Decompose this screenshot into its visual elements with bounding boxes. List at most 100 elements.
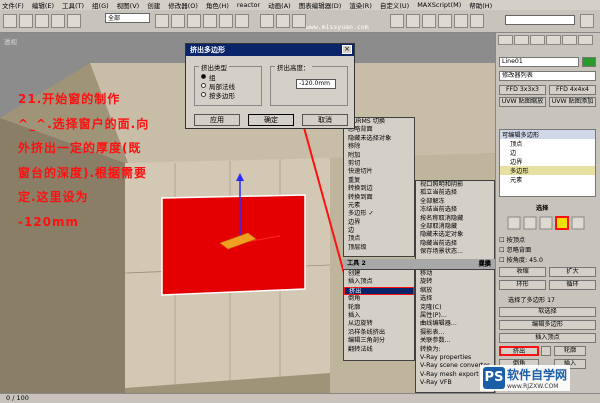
menu-item[interactable]: 顶层级 <box>344 244 414 252</box>
menu-create[interactable]: 创建 <box>147 0 160 10</box>
scale-icon[interactable] <box>235 14 249 28</box>
menu-item[interactable]: 关联参数... <box>416 337 494 345</box>
menu-animation[interactable]: 动画(A) <box>268 0 291 10</box>
menu-item[interactable]: 按名称取消隐藏 <box>416 215 494 223</box>
menu-item[interactable]: 编辑三角剖分 <box>344 337 414 345</box>
selection-rollout-title[interactable]: 选择 <box>536 203 548 212</box>
mirror-icon[interactable] <box>390 14 404 28</box>
menu-item[interactable]: 沿样条线挤出 <box>344 329 414 337</box>
pivot-icon[interactable] <box>260 14 274 28</box>
menu-item[interactable]: 重复 <box>344 177 414 185</box>
cancel-button[interactable]: 取消 <box>302 114 348 126</box>
rotate-icon[interactable] <box>219 14 233 28</box>
layer-icon[interactable] <box>422 14 436 28</box>
menu-tools[interactable]: 工具(T) <box>62 0 84 10</box>
menu-item-extrude[interactable]: 挤出 <box>344 286 414 296</box>
undo-icon[interactable] <box>3 14 17 28</box>
selection-filter-select[interactable]: 全部 <box>105 13 150 23</box>
menu-item[interactable]: 移除 <box>344 143 414 151</box>
extrude-button[interactable]: 挤出 <box>499 346 539 356</box>
menu-item[interactable]: 快速切片 <box>344 168 414 176</box>
material-editor-icon[interactable] <box>454 14 468 28</box>
close-icon[interactable]: × <box>342 45 352 54</box>
soft-selection-rollout[interactable]: 软选择 <box>499 307 596 317</box>
redo-icon[interactable] <box>19 14 33 28</box>
menu-item[interactable]: 全部解冻 <box>416 198 494 206</box>
move-icon[interactable] <box>203 14 217 28</box>
menu-item[interactable]: 选择 <box>416 295 494 303</box>
loop-button[interactable]: 循环 <box>549 280 596 290</box>
select-object-icon[interactable] <box>155 14 169 28</box>
menu-item[interactable]: 插入顶点 <box>344 278 414 286</box>
extrude-settings-icon[interactable] <box>541 346 551 356</box>
modifier-list-select[interactable]: 修改器列表 <box>499 71 596 81</box>
display-tab-icon[interactable] <box>562 35 577 45</box>
menu-item[interactable]: 摄影表... <box>416 329 494 337</box>
uvw-scale-button[interactable]: UVW 贴图缩放 <box>499 97 546 107</box>
menu-item[interactable]: 保存场景状态... <box>416 248 494 256</box>
by-angle-checkbox[interactable]: ☐ 按角度: 45.0 <box>499 255 543 264</box>
menu-edit[interactable]: 编辑(E) <box>32 0 54 10</box>
uvw-add-button[interactable]: UVW 贴图添加 <box>549 97 596 107</box>
menu-item[interactable]: V-Ray properties <box>416 354 494 362</box>
link-icon[interactable] <box>35 14 49 28</box>
menu-item[interactable]: 旋转 <box>416 278 494 286</box>
menu-item[interactable]: 边界 <box>344 219 414 227</box>
menu-item[interactable]: 轮廓 <box>344 304 414 312</box>
unlink-icon[interactable] <box>51 14 65 28</box>
stack-edge[interactable]: 边 <box>500 148 595 157</box>
menu-item[interactable]: 倒角 <box>344 295 414 303</box>
menu-views[interactable]: 视图(V) <box>117 0 140 10</box>
viewport-label[interactable]: 透视 <box>4 36 17 46</box>
menu-item-checked[interactable]: 多边形 ✓ <box>344 210 414 218</box>
menu-item[interactable]: 从边旋转 <box>344 320 414 328</box>
create-tab-icon[interactable] <box>498 35 513 45</box>
menu-graph-editors[interactable]: 图表编辑器(D) <box>299 0 342 10</box>
stack-vertex[interactable]: 顶点 <box>500 139 595 148</box>
menu-item[interactable]: 隐藏未选定对象 <box>416 231 494 239</box>
outline-button[interactable]: 轮廓 <box>554 346 586 356</box>
by-vertex-checkbox[interactable]: ☐ 按顶点 <box>499 235 525 244</box>
menu-modifiers[interactable]: 修改器(O) <box>168 0 198 10</box>
ring-button[interactable]: 环形 <box>499 280 546 290</box>
menu-item[interactable]: 附加 <box>344 152 414 160</box>
menu-reactor[interactable]: reactor <box>237 1 260 9</box>
menu-item[interactable]: 转换到面 <box>344 194 414 202</box>
time-slider[interactable]: 0 / 100 <box>0 393 600 403</box>
menu-item[interactable]: 孤立当前选择 <box>416 189 494 197</box>
object-name-field[interactable]: Line01 <box>499 57 579 67</box>
menu-help[interactable]: 帮助(H) <box>469 0 492 10</box>
menu-item[interactable]: 曲线编辑器... <box>416 320 494 328</box>
menu-item[interactable]: 转换为: <box>416 346 494 354</box>
shrink-button[interactable]: 收缩 <box>499 267 546 277</box>
render-setup-icon[interactable] <box>470 14 484 28</box>
menu-item[interactable]: 隐藏未选择对象 <box>344 135 414 143</box>
region-select-icon[interactable] <box>187 14 201 28</box>
edit-polygons-rollout[interactable]: 编辑多边形 <box>499 320 596 330</box>
stack-border[interactable]: 边界 <box>500 157 595 166</box>
menu-item[interactable]: 隐藏当前选择 <box>416 240 494 248</box>
stack-element[interactable]: 元素 <box>500 175 595 184</box>
menu-item[interactable]: 顶点 <box>344 235 414 243</box>
radio-by-polygon[interactable]: 按多边形 <box>201 90 261 100</box>
menu-item[interactable]: 缩放 <box>416 287 494 295</box>
stack-polygon[interactable]: 多边形 <box>500 166 595 175</box>
ignore-backfacing-checkbox[interactable]: ☐ 忽略背面 <box>499 245 531 254</box>
menu-item[interactable]: 转换到边 <box>344 185 414 193</box>
extrusion-height-input[interactable]: -120.0mm <box>296 79 336 89</box>
menu-customize[interactable]: 自定义(U) <box>380 0 409 10</box>
grow-button[interactable]: 扩大 <box>549 267 596 277</box>
select-by-name-icon[interactable] <box>171 14 185 28</box>
angle-value[interactable]: 45.0 <box>529 257 543 264</box>
menu-file[interactable]: 文件(F) <box>2 0 24 10</box>
hierarchy-tab-icon[interactable] <box>530 35 545 45</box>
utilities-tab-icon[interactable] <box>578 35 593 45</box>
insert-vertex-button[interactable]: 插入顶点 <box>499 333 596 343</box>
curve-editor-icon[interactable] <box>438 14 452 28</box>
menu-character[interactable]: 角色(H) <box>206 0 229 10</box>
stack-editable-poly[interactable]: 可编辑多边形 <box>500 130 595 139</box>
named-selection-select[interactable] <box>505 15 575 25</box>
menu-group[interactable]: 组(G) <box>92 0 109 10</box>
menu-item[interactable]: 克隆(C) <box>416 304 494 312</box>
menu-item[interactable]: 冻结当前选择 <box>416 206 494 214</box>
